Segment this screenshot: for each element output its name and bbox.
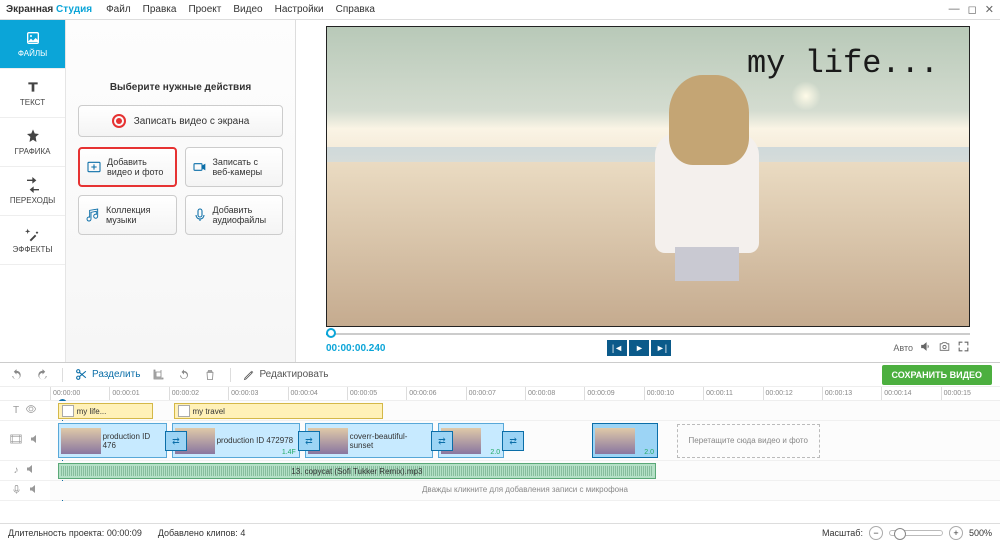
- mic-track: Дважды кликните для добавления записи с …: [0, 481, 1000, 501]
- record-icon: [112, 114, 126, 128]
- audio-clip[interactable]: 13. copycat (Sofi Tukker Remix).mp3: [58, 463, 657, 479]
- video-clip[interactable]: coverr-beautiful-sunset: [305, 423, 433, 458]
- tab-transitions[interactable]: ПЕРЕХОДЫ: [0, 167, 65, 216]
- zoom-slider[interactable]: [889, 530, 943, 536]
- mute-icon[interactable]: [28, 483, 40, 498]
- tab-graphics[interactable]: ГРАФИКА: [0, 118, 65, 167]
- close-icon[interactable]: ✕: [985, 3, 994, 16]
- actions-panel: Выберите нужные действия Записать видео …: [66, 20, 296, 362]
- transition-marker[interactable]: ⇄: [165, 431, 187, 451]
- text-track-icon: T: [13, 405, 19, 416]
- tab-files[interactable]: ФАЙЛЫ: [0, 20, 65, 69]
- transition-marker[interactable]: ⇄: [298, 431, 320, 451]
- next-frame-button[interactable]: ►|: [651, 340, 671, 356]
- add-media-button[interactable]: Добавить видео и фото: [78, 147, 177, 187]
- tab-effects[interactable]: ЭФФЕКТЫ: [0, 216, 65, 265]
- menu-settings[interactable]: Настройки: [275, 4, 324, 15]
- rotate-button[interactable]: [176, 367, 192, 383]
- tracks: T my life... my travel production ID 476p…: [0, 401, 1000, 501]
- snapshot-icon[interactable]: [938, 340, 951, 356]
- transition-marker[interactable]: ⇄: [431, 431, 453, 451]
- menu-edit[interactable]: Правка: [143, 4, 177, 15]
- video-clip[interactable]: 2.0: [592, 423, 659, 458]
- edit-button[interactable]: Редактировать: [243, 369, 328, 381]
- minimize-icon[interactable]: —: [949, 3, 960, 16]
- visibility-icon[interactable]: [25, 403, 37, 418]
- title-bar: Экранная Студия Файл Правка Проект Видео…: [0, 0, 1000, 20]
- preview-scrubber[interactable]: [326, 331, 970, 337]
- preview-text-overlay: my life...: [747, 45, 939, 82]
- menu-help[interactable]: Справка: [336, 4, 375, 15]
- music-collection-button[interactable]: Коллекция музыки: [78, 195, 177, 235]
- zoom-out-button[interactable]: −: [869, 526, 883, 540]
- record-screen-button[interactable]: Записать видео с экрана: [78, 105, 283, 137]
- redo-button[interactable]: [34, 367, 50, 383]
- zoom-in-button[interactable]: +: [949, 526, 963, 540]
- prev-frame-button[interactable]: |◄: [607, 340, 627, 356]
- audio-track-icon: ♪: [14, 465, 19, 476]
- crop-button[interactable]: [150, 367, 166, 383]
- status-bar: Длительность проекта: 00:00:09 Добавлено…: [0, 523, 1000, 541]
- side-tabs: ФАЙЛЫ ТЕКСТ ГРАФИКА ПЕРЕХОДЫ ЭФФЕКТЫ: [0, 20, 66, 362]
- panel-title: Выберите нужные действия: [78, 82, 283, 93]
- menu-file[interactable]: Файл: [106, 4, 131, 15]
- delete-button[interactable]: [202, 367, 218, 383]
- timeline-ruler[interactable]: 00:00:0000:00:0100:00:0200:00:0300:00:04…: [0, 387, 1000, 401]
- add-audio-button[interactable]: Добавить аудиофайлы: [185, 195, 284, 235]
- preview-time: 00:00:00.240: [326, 343, 386, 354]
- undo-button[interactable]: [8, 367, 24, 383]
- menu-project[interactable]: Проект: [188, 4, 221, 15]
- mic-track-icon: [11, 484, 22, 498]
- preview-area: my life... 00:00:00.240 |◄ ► ►| Авто: [296, 20, 1000, 362]
- preview-canvas[interactable]: my life...: [326, 26, 970, 327]
- mic-hint[interactable]: Дважды кликните для добавления записи с …: [50, 481, 1000, 494]
- play-button[interactable]: ►: [629, 340, 649, 356]
- mute-icon[interactable]: [25, 463, 37, 478]
- maximize-icon[interactable]: ◻: [968, 3, 977, 16]
- video-clip[interactable]: production ID 4729781.4F: [172, 423, 300, 458]
- timeline: Разделить Редактировать СОХРАНИТЬ ВИДЕО …: [0, 362, 1000, 501]
- auto-label[interactable]: Авто: [893, 343, 913, 353]
- text-clip[interactable]: my travel: [174, 403, 383, 419]
- fullscreen-icon[interactable]: [957, 340, 970, 356]
- text-track: T my life... my travel: [0, 401, 1000, 421]
- volume-icon[interactable]: [919, 340, 932, 356]
- timeline-toolbar: Разделить Редактировать СОХРАНИТЬ ВИДЕО: [0, 363, 1000, 387]
- clips-label: Добавлено клипов: 4: [158, 528, 245, 538]
- video-track-icon: [9, 432, 23, 449]
- save-video-button[interactable]: СОХРАНИТЬ ВИДЕО: [882, 365, 992, 385]
- tab-text[interactable]: ТЕКСТ: [0, 69, 65, 118]
- drop-zone[interactable]: Перетащите сюда видео и фото: [677, 424, 820, 458]
- duration-label: Длительность проекта: 00:00:09: [8, 528, 142, 538]
- split-button[interactable]: Разделить: [75, 368, 140, 381]
- record-webcam-button[interactable]: Записать с веб-камеры: [185, 147, 284, 187]
- zoom-value: 500%: [969, 528, 992, 538]
- transition-marker[interactable]: ⇄: [502, 431, 524, 451]
- main-menu: Файл Правка Проект Видео Настройки Справ…: [106, 4, 375, 15]
- app-name: Экранная Студия: [6, 4, 92, 15]
- text-clip[interactable]: my life...: [58, 403, 153, 419]
- menu-video[interactable]: Видео: [233, 4, 262, 15]
- zoom-label: Масштаб:: [822, 528, 863, 538]
- video-track: production ID 476production ID 4729781.4…: [0, 421, 1000, 461]
- audio-track: ♪ 13. copycat (Sofi Tukker Remix).mp3: [0, 461, 1000, 481]
- video-clip[interactable]: production ID 476: [58, 423, 167, 458]
- mute-icon[interactable]: [29, 433, 41, 448]
